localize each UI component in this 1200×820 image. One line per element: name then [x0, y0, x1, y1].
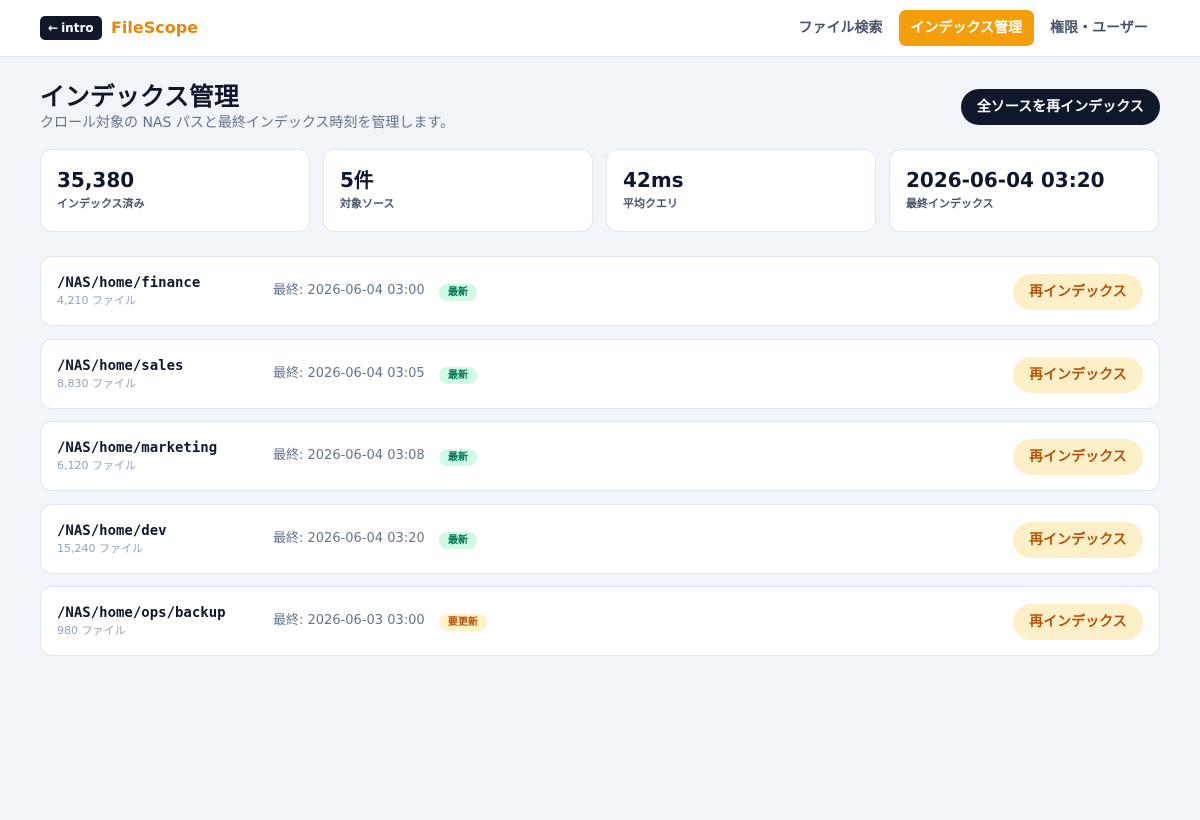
- source-path: /NAS/home/finance: [57, 275, 201, 291]
- status-badge: 最新: [439, 366, 477, 384]
- reindex-button[interactable]: 再インデックス: [1013, 356, 1143, 393]
- stat-value: 35,380: [57, 168, 135, 192]
- stat-label: 対象ソース: [340, 197, 395, 210]
- source-last-indexed: 最終: 2026-06-04 03:00: [273, 283, 425, 298]
- nav-index-management[interactable]: インデックス管理: [898, 10, 1035, 46]
- stat-value: 42ms: [623, 168, 684, 192]
- nav-permissions-users[interactable]: 権限・ユーザー: [1038, 10, 1160, 46]
- stat-card-last-index: 2026-06-04 03:20 最終インデックス: [889, 149, 1159, 232]
- status-badge: 最新: [439, 531, 477, 549]
- source-path: /NAS/home/sales: [57, 357, 184, 374]
- source-path: /NAS/home/ops/backup: [57, 605, 226, 621]
- reindex-all-button[interactable]: 全ソースを再インデックス: [961, 89, 1160, 125]
- reindex-button[interactable]: 再インデックス: [1013, 439, 1143, 475]
- source-last-indexed: 最終: 2026-06-03 03:00: [273, 613, 425, 628]
- status-badge: 最新: [439, 449, 477, 466]
- source-path: /NAS/home/marketing: [57, 440, 218, 456]
- source-file-count: 8,830 ファイル: [57, 376, 136, 390]
- status-badge: 最新: [439, 284, 477, 301]
- source-row-finance: /NAS/home/finance 4,210 ファイル 最終: 2026-06…: [40, 256, 1160, 326]
- source-last-indexed: 最終: 2026-06-04 03:05: [273, 365, 425, 381]
- source-row-ops-backup: /NAS/home/ops/backup 980 ファイル 最終: 2026-0…: [40, 586, 1160, 656]
- status-badge: 要更新: [439, 614, 487, 631]
- stat-value: 2026-06-04 03:20: [906, 168, 1105, 192]
- source-last-indexed: 最終: 2026-06-04 03:08: [273, 448, 425, 463]
- arrow-left-icon: ←: [48, 21, 59, 35]
- stats-row: 35,380 インデックス済み 5件 対象ソース 42ms 平均クエリ 2026…: [40, 149, 1159, 232]
- source-file-count: 4,210 ファイル: [57, 294, 136, 307]
- reindex-button[interactable]: 再インデックス: [1013, 274, 1143, 310]
- source-row-marketing: /NAS/home/marketing 6,120 ファイル 最終: 2026-…: [40, 421, 1160, 491]
- source-file-count: 980 ファイル: [57, 624, 126, 637]
- stat-label: 平均クエリ: [623, 197, 678, 210]
- top-bar: ← intro FileScope ファイル検索 インデックス管理 権限・ユーザ…: [0, 0, 1200, 57]
- source-path: /NAS/home/dev: [57, 522, 167, 539]
- stat-label: インデックス済み: [57, 197, 145, 210]
- stat-card-sources: 5件 対象ソース: [323, 149, 593, 232]
- main-nav: ファイル検索 インデックス管理 権限・ユーザー: [787, 10, 1160, 46]
- stat-label: 最終インデックス: [906, 197, 994, 210]
- back-button-label: intro: [61, 21, 94, 35]
- page-subtitle: クロール対象の NAS パスと最終インデックス時刻を管理します。: [40, 115, 455, 131]
- source-list: /NAS/home/finance 4,210 ファイル 最終: 2026-06…: [40, 256, 1160, 669]
- reindex-button[interactable]: 再インデックス: [1013, 604, 1143, 640]
- stat-card-indexed: 35,380 インデックス済み: [40, 149, 310, 232]
- source-file-count: 15,240 ファイル: [57, 541, 143, 555]
- source-file-count: 6,120 ファイル: [57, 459, 136, 472]
- source-row-dev: /NAS/home/dev 15,240 ファイル 最終: 2026-06-04…: [40, 503, 1160, 574]
- back-button[interactable]: ← intro: [40, 16, 102, 40]
- reindex-button[interactable]: 再インデックス: [1013, 521, 1143, 558]
- brand-logo[interactable]: FileScope: [111, 17, 198, 39]
- stat-value: 5件: [340, 168, 374, 192]
- page-title: インデックス管理: [40, 82, 240, 111]
- source-last-indexed: 最終: 2026-06-04 03:20: [273, 530, 425, 546]
- stat-card-avg-query: 42ms 平均クエリ: [606, 149, 876, 232]
- nav-file-search[interactable]: ファイル検索: [787, 10, 895, 46]
- source-row-sales: /NAS/home/sales 8,830 ファイル 最終: 2026-06-0…: [40, 338, 1160, 409]
